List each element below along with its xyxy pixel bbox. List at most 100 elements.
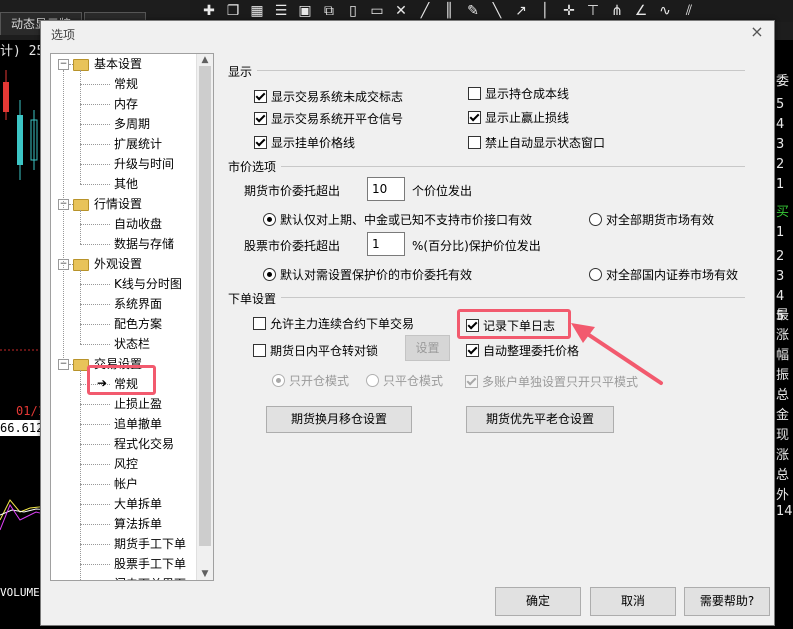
- checkbox-box[interactable]: [468, 111, 481, 124]
- checkbox-box[interactable]: [254, 90, 267, 103]
- checkbox-show-order-price-line[interactable]: 显示挂单价格线: [254, 134, 355, 151]
- radio-circle[interactable]: [589, 268, 602, 281]
- tree-item[interactable]: 常规: [114, 74, 138, 94]
- radio-circle[interactable]: [263, 268, 276, 281]
- checkbox-box[interactable]: [466, 344, 479, 357]
- cross-icon[interactable]: ✕: [394, 3, 408, 19]
- cursor-icon[interactable]: ✛: [562, 3, 576, 19]
- futures-close-old-first-button[interactable]: 期货优先平老仓设置: [466, 406, 614, 433]
- tree-group-item[interactable]: 外观设置: [94, 254, 142, 274]
- futures-unit-label: 个价位发出: [412, 184, 473, 198]
- checkbox-intraday-close-lock[interactable]: 期货日内平仓转对锁: [253, 342, 378, 359]
- stock-protect-percent-input[interactable]: 1: [367, 232, 405, 256]
- checkbox-label: 显示止赢止损线: [485, 111, 570, 125]
- tree-item[interactable]: 程式化交易: [114, 434, 174, 454]
- tree-item[interactable]: 股票手工下单: [114, 554, 186, 574]
- hline-icon[interactable]: ⊤: [586, 3, 600, 19]
- checkbox-disable-status-window[interactable]: 禁止自动显示状态窗口: [468, 134, 605, 151]
- tree-item[interactable]: 扩展统计: [114, 134, 162, 154]
- futures-price-ticks-input[interactable]: 10: [367, 177, 405, 201]
- line-icon[interactable]: ╲: [490, 3, 504, 19]
- tree-connector: [80, 210, 81, 244]
- checkbox-show-unfilled[interactable]: 显示交易系统未成交标志: [254, 88, 403, 105]
- tree-item[interactable]: 数据与存储: [114, 234, 174, 254]
- frame-icon[interactable]: ▭: [370, 3, 384, 19]
- checkbox-box[interactable]: [465, 375, 478, 388]
- tree-collapse-icon[interactable]: −: [58, 359, 69, 370]
- parallel-icon[interactable]: ⫽: [682, 3, 696, 19]
- bars-icon[interactable]: ║: [442, 3, 456, 19]
- checkbox-show-stop-lines[interactable]: 显示止赢止损线: [468, 109, 569, 126]
- radio-stock-all[interactable]: 对全部国内证券市场有效: [589, 266, 738, 283]
- help-button[interactable]: 需要帮助?: [684, 587, 770, 616]
- copy-icon[interactable]: ⧉: [322, 3, 336, 19]
- tree-group-item[interactable]: 行情设置: [94, 194, 142, 214]
- tree-item[interactable]: 自动收盘: [114, 214, 162, 234]
- angle-icon[interactable]: ∠: [634, 3, 648, 19]
- tree-item[interactable]: 系统界面: [114, 294, 162, 314]
- radio-close-only-mode[interactable]: 只平仓模式: [366, 372, 443, 389]
- quote-panel-text: 金: [776, 408, 790, 423]
- scroll-up-icon[interactable]: ▲: [199, 54, 211, 66]
- radio-circle[interactable]: [272, 374, 285, 387]
- checkbox-box[interactable]: [254, 112, 267, 125]
- radio-label: 默认对需设置保护价的市价委托有效: [280, 268, 473, 282]
- tree-collapse-icon[interactable]: −: [58, 59, 69, 70]
- vline-icon[interactable]: │: [538, 3, 552, 19]
- tree-item[interactable]: 期货手工下单: [114, 534, 186, 554]
- cancel-button[interactable]: 取消: [590, 587, 676, 616]
- lock-settings-button[interactable]: 设置: [405, 335, 450, 361]
- radio-circle[interactable]: [589, 213, 602, 226]
- tree-item[interactable]: 追单撤单: [114, 414, 162, 434]
- checkbox-box[interactable]: [253, 317, 266, 330]
- tree-item[interactable]: 风控: [114, 454, 138, 474]
- radio-futures-default[interactable]: 默认仅对上期、中金或已知不支持市价接口有效: [263, 211, 532, 228]
- tree-item[interactable]: 闪电下单界面: [114, 574, 186, 580]
- tree-item[interactable]: 大单拆单: [114, 494, 162, 514]
- scroll-thumb[interactable]: [199, 66, 211, 546]
- tree-item[interactable]: 升级与时间: [114, 154, 174, 174]
- checkbox-box[interactable]: [253, 344, 266, 357]
- tree-item[interactable]: 内存: [114, 94, 138, 114]
- tree-scrollbar[interactable]: ▲ ▼: [196, 54, 213, 580]
- radio-open-only-mode[interactable]: 只开仓模式: [272, 372, 349, 389]
- futures-rollover-button[interactable]: 期货换月移仓设置: [266, 406, 412, 433]
- tree-item[interactable]: 多周期: [114, 114, 150, 134]
- ray-icon[interactable]: ↗: [514, 3, 528, 19]
- fork-icon[interactable]: ⋔: [610, 3, 624, 19]
- grid-icon[interactable]: ▦: [250, 3, 264, 19]
- checkbox-allow-continuous-contract[interactable]: 允许主力连续合约下单交易: [253, 315, 414, 332]
- lock-icon[interactable]: ▯: [346, 3, 360, 19]
- radio-circle[interactable]: [366, 374, 379, 387]
- tree-item[interactable]: 帐户: [114, 474, 138, 494]
- list-icon[interactable]: ☰: [274, 3, 288, 19]
- tree-item[interactable]: 配色方案: [114, 314, 162, 334]
- tree-item[interactable]: 算法拆单: [114, 514, 162, 534]
- checkbox-box[interactable]: [254, 136, 267, 149]
- window-icon[interactable]: ❐: [226, 3, 240, 19]
- tree-connector: [80, 344, 110, 345]
- window2-icon[interactable]: ▣: [298, 3, 312, 19]
- dialog-button-bar: 确定 取消 需要帮助?: [41, 583, 774, 625]
- tree-group-item[interactable]: 基本设置: [94, 54, 142, 74]
- plus-icon[interactable]: ✚: [202, 3, 216, 19]
- tree-item[interactable]: 其他: [114, 174, 138, 194]
- ok-button[interactable]: 确定: [495, 587, 581, 616]
- tree-item[interactable]: K线与分时图: [114, 274, 182, 294]
- checkbox-show-signals[interactable]: 显示交易系统开平仓信号: [254, 110, 403, 127]
- checkbox-box[interactable]: [468, 136, 481, 149]
- scroll-down-icon[interactable]: ▼: [199, 568, 211, 580]
- radio-futures-all[interactable]: 对全部期货市场有效: [589, 211, 714, 228]
- pen-icon[interactable]: ✎: [466, 3, 480, 19]
- tree-item[interactable]: 状态栏: [114, 334, 150, 354]
- tree-item[interactable]: 止损止盈: [114, 394, 162, 414]
- slash-icon[interactable]: ╱: [418, 3, 432, 19]
- wave-icon[interactable]: ∿: [658, 3, 672, 19]
- checkbox-show-cost-line[interactable]: 显示持仓成本线: [468, 85, 569, 102]
- tree-connector: [80, 484, 110, 485]
- folder-icon: [73, 59, 89, 71]
- close-icon[interactable]: ×: [748, 23, 766, 41]
- radio-circle[interactable]: [263, 213, 276, 226]
- checkbox-box[interactable]: [468, 87, 481, 100]
- radio-stock-default[interactable]: 默认对需设置保护价的市价委托有效: [263, 266, 472, 283]
